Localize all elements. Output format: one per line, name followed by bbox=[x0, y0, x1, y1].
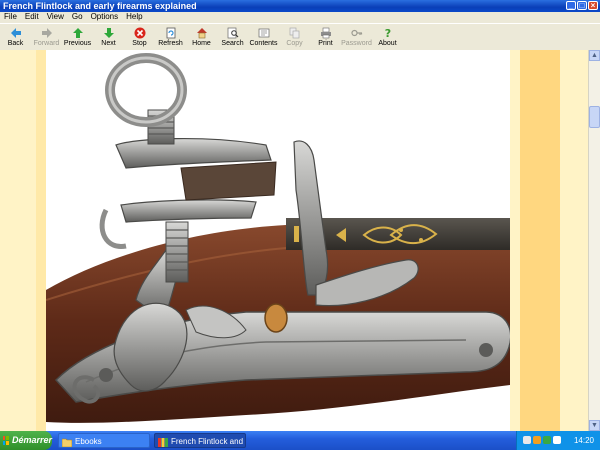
left-page-band bbox=[0, 50, 46, 431]
scroll-down-button[interactable]: ▼ bbox=[589, 420, 600, 431]
home-button[interactable]: Home bbox=[186, 24, 217, 50]
print-button[interactable]: Print bbox=[310, 24, 341, 50]
system-tray: 14:20 bbox=[516, 431, 600, 450]
maximize-button[interactable]: □ bbox=[577, 1, 587, 10]
ebook-icon bbox=[158, 437, 168, 447]
start-button[interactable]: Démarrer bbox=[0, 431, 52, 450]
home-icon bbox=[195, 26, 209, 39]
right-page-stripe bbox=[520, 50, 560, 431]
refresh-icon bbox=[164, 26, 178, 39]
left-page-band-inner bbox=[0, 50, 36, 431]
about-button[interactable]: ? About bbox=[372, 24, 403, 50]
windows-flag-icon bbox=[3, 436, 9, 445]
menu-file[interactable]: File bbox=[0, 12, 21, 22]
up-arrow-icon bbox=[71, 26, 85, 39]
taskbar-item-ebook-window[interactable]: French Flintlock and e... bbox=[154, 433, 246, 448]
taskbar-item-ebooks[interactable]: Ebooks bbox=[58, 433, 150, 448]
refresh-label: Refresh bbox=[158, 40, 183, 47]
print-icon bbox=[319, 26, 333, 39]
tray-icons bbox=[523, 436, 561, 444]
previous-button[interactable]: Previous bbox=[62, 24, 93, 50]
home-label: Home bbox=[192, 40, 211, 47]
search-label: Search bbox=[221, 40, 244, 47]
search-button[interactable]: Search bbox=[217, 24, 248, 50]
menu-bar: File Edit View Go Options Help bbox=[0, 12, 600, 22]
close-button[interactable]: × bbox=[588, 1, 598, 10]
toolbar: Back Forward Previous Next Stop Refresh … bbox=[0, 23, 600, 51]
forward-label: Forward bbox=[33, 40, 60, 47]
scroll-thumb[interactable] bbox=[589, 106, 600, 128]
down-arrow-icon bbox=[102, 26, 116, 39]
title-bar[interactable]: French Flintlock and early firearms expl… bbox=[0, 0, 600, 12]
tray-app-icon[interactable] bbox=[543, 436, 551, 444]
back-arrow-icon bbox=[9, 26, 23, 39]
taskbar-item-label: French Flintlock and e... bbox=[171, 437, 245, 446]
svg-text:?: ? bbox=[384, 27, 390, 39]
folder-icon bbox=[61, 437, 73, 447]
question-icon: ? bbox=[381, 26, 395, 39]
tray-network-icon[interactable] bbox=[523, 436, 531, 444]
password-label: Password bbox=[341, 40, 372, 47]
refresh-button[interactable]: Refresh bbox=[155, 24, 186, 50]
contents-button[interactable]: Contents bbox=[248, 24, 279, 50]
clock[interactable]: 14:20 bbox=[574, 431, 594, 450]
key-icon bbox=[350, 26, 364, 39]
menu-help[interactable]: Help bbox=[122, 12, 146, 22]
stop-icon bbox=[133, 26, 147, 39]
forward-button[interactable]: Forward bbox=[31, 24, 62, 50]
copy-label: Copy bbox=[286, 40, 303, 47]
menu-view[interactable]: View bbox=[43, 12, 68, 22]
vertical-scrollbar[interactable]: ▲ ▼ bbox=[588, 50, 600, 431]
tray-volume-icon[interactable] bbox=[553, 436, 561, 444]
menu-go[interactable]: Go bbox=[68, 12, 87, 22]
menu-options[interactable]: Options bbox=[87, 12, 123, 22]
contents-label: Contents bbox=[249, 40, 278, 47]
next-button[interactable]: Next bbox=[93, 24, 124, 50]
start-label: Démarrer bbox=[11, 435, 52, 445]
window-title: French Flintlock and early firearms expl… bbox=[3, 1, 197, 11]
tray-security-icon[interactable] bbox=[533, 436, 541, 444]
window-controls: _ □ × bbox=[566, 1, 598, 10]
back-button[interactable]: Back bbox=[0, 24, 31, 50]
menu-edit[interactable]: Edit bbox=[21, 12, 43, 22]
next-label: Next bbox=[101, 40, 116, 47]
contents-icon bbox=[257, 26, 271, 39]
print-label: Print bbox=[318, 40, 333, 47]
flintlock-photo bbox=[46, 50, 510, 431]
scroll-up-button[interactable]: ▲ bbox=[589, 50, 600, 61]
taskbar: Démarrer Ebooks French Flintlock and e..… bbox=[0, 431, 600, 450]
password-button[interactable]: Password bbox=[341, 24, 372, 50]
copy-button[interactable]: Copy bbox=[279, 24, 310, 50]
back-label: Back bbox=[7, 40, 24, 47]
previous-label: Previous bbox=[63, 40, 92, 47]
stop-button[interactable]: Stop bbox=[124, 24, 155, 50]
stop-label: Stop bbox=[132, 40, 147, 47]
right-page-band bbox=[510, 50, 588, 431]
search-icon bbox=[226, 26, 240, 39]
content-area: ▲ ▼ bbox=[0, 50, 600, 431]
copy-icon bbox=[288, 26, 302, 39]
forward-arrow-icon bbox=[40, 26, 54, 39]
taskbar-item-label: Ebooks bbox=[75, 437, 102, 446]
about-label: About bbox=[378, 40, 397, 47]
minimize-button[interactable]: _ bbox=[566, 1, 576, 10]
